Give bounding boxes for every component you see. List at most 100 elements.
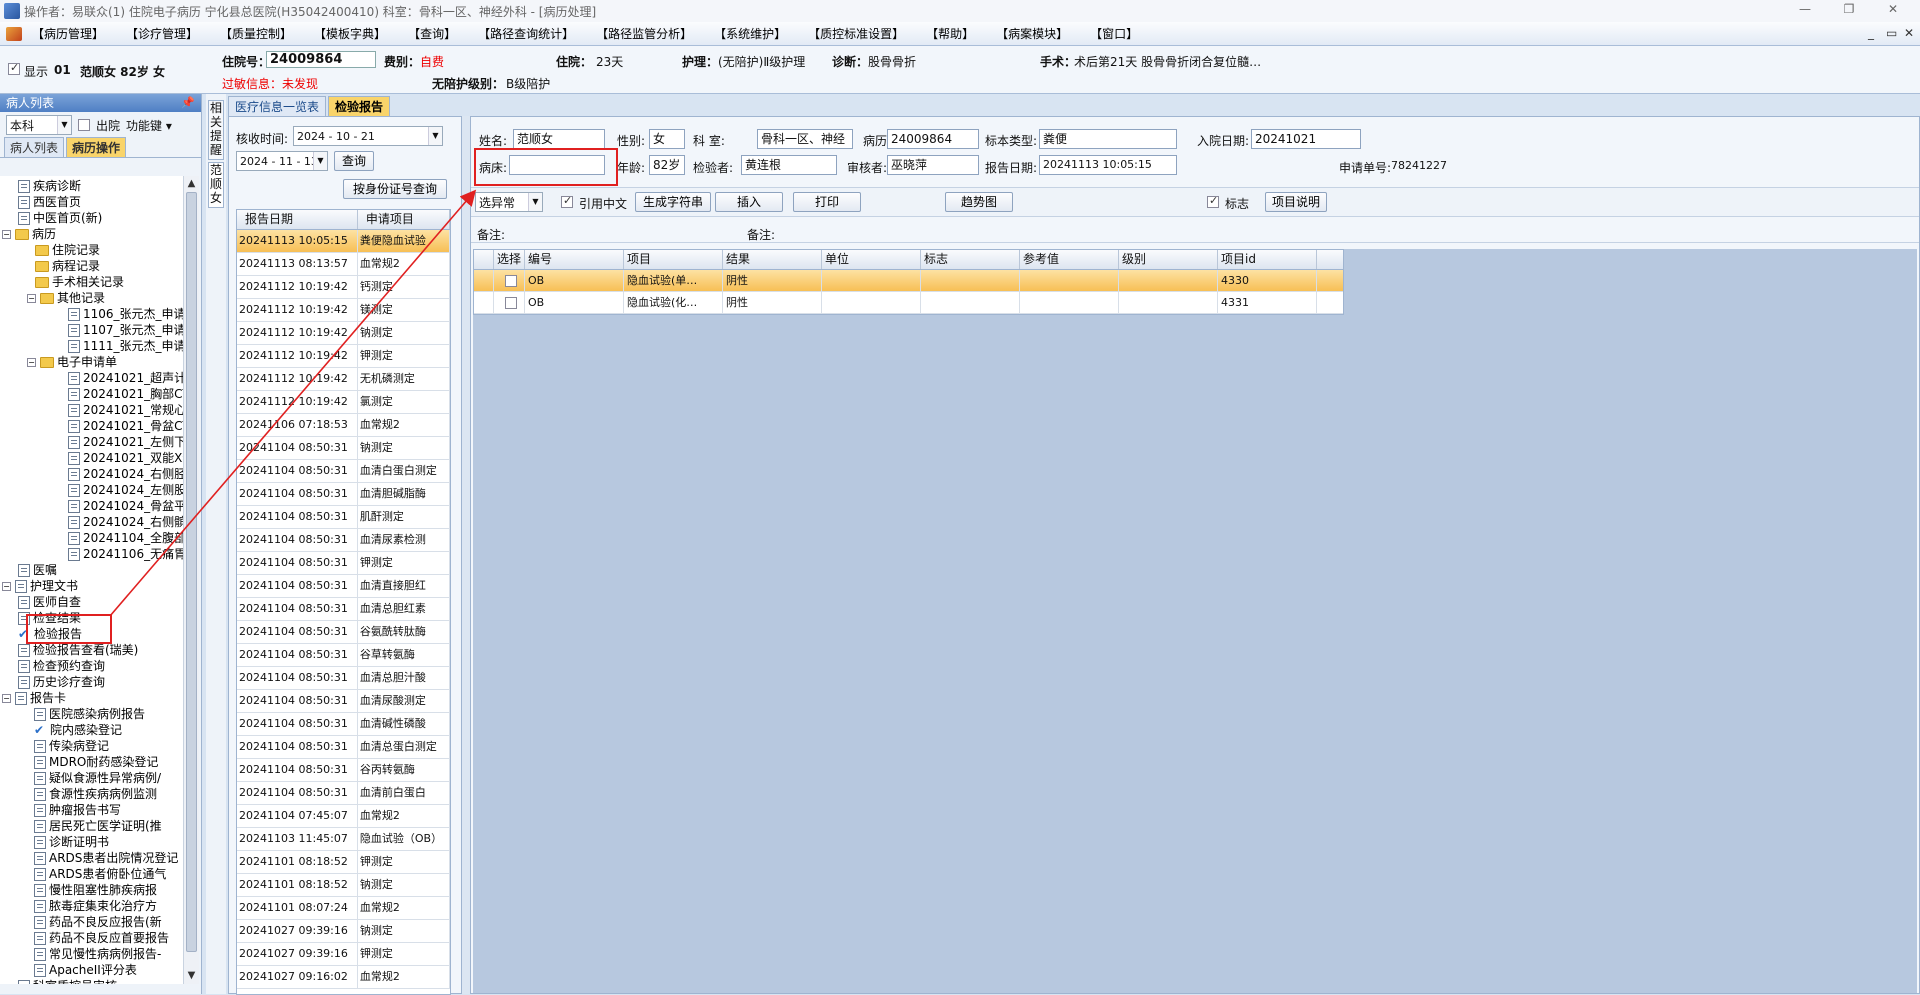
table-row[interactable]: 20241112 10:19:42 镁测定 — [237, 299, 450, 322]
specimen-field[interactable]: 粪便 — [1039, 129, 1177, 149]
result-row[interactable]: OB 隐血试验(单… 阴性 4330 — [474, 270, 1343, 292]
table-row[interactable]: 20241101 08:07:24 血常规2 — [237, 897, 450, 920]
menu-item[interactable]: 【查询】 — [408, 25, 456, 42]
tab-patient-list[interactable]: 病人列表 — [4, 137, 65, 157]
tree-node[interactable]: 西医首页 — [18, 194, 81, 210]
tree-node[interactable]: 医嘱 — [18, 562, 57, 578]
table-row[interactable]: 20241104 08:50:31 肌酐测定 — [237, 506, 450, 529]
function-key-button[interactable]: 功能键 ▾ — [126, 117, 172, 134]
table-row[interactable]: 20241104 08:50:31 血清总胆汁酸 — [237, 667, 450, 690]
close-icon[interactable]: ✕ — [1878, 2, 1908, 16]
tree-node[interactable]: 历史诊疗查询 — [18, 674, 105, 690]
record-no-field[interactable]: 24009864 — [887, 129, 979, 149]
table-row[interactable]: 20241104 08:50:31 血清前白蛋白 — [237, 782, 450, 805]
table-row[interactable]: 20241104 08:50:31 血清总蛋白测定 — [237, 736, 450, 759]
tree-node[interactable]: 20241104_全腹部CT — [68, 530, 184, 546]
generate-string-button[interactable]: 生成字符串 — [635, 192, 711, 212]
tree-node[interactable]: ✔ 院内感染登记 — [34, 722, 122, 738]
menu-item[interactable]: 【病案模块】 — [996, 25, 1068, 42]
table-row[interactable]: 20241101 08:18:52 钠测定 — [237, 874, 450, 897]
expand-toggle-icon[interactable]: − — [2, 581, 11, 591]
tree-node[interactable]: 20241024_右侧胫腓 — [68, 466, 184, 482]
expand-toggle-icon[interactable]: − — [2, 229, 11, 239]
menu-item[interactable]: 【系统维护】 — [714, 25, 786, 42]
restore-icon[interactable]: ❐ — [1834, 2, 1864, 16]
menu-item[interactable]: 【路径监管分析】 — [596, 25, 692, 42]
table-row[interactable]: 20241113 08:13:57 血常规2 — [237, 253, 450, 276]
row-select-checkbox[interactable] — [504, 275, 517, 287]
table-row[interactable]: 20241101 08:18:52 钾测定 — [237, 851, 450, 874]
tree-node[interactable]: 1106_张元杰_申请 — [68, 306, 184, 322]
scroll-thumb[interactable] — [186, 192, 197, 952]
report-date-field[interactable]: 20241113 10:05:15 — [1039, 155, 1177, 175]
tree-node[interactable]: 20241021_双能X线 — [68, 450, 184, 466]
reviewer-field[interactable]: 巫晓萍 — [887, 155, 979, 175]
menu-item[interactable]: 【质量控制】 — [220, 25, 292, 42]
row-select-checkbox[interactable] — [504, 297, 517, 309]
name-field[interactable]: 范顺女 — [513, 129, 605, 149]
splitter[interactable] — [462, 116, 470, 994]
tree-node[interactable]: 脓毒症集束化治疗方 — [34, 898, 157, 914]
tree-node[interactable]: − 病历 — [2, 226, 56, 242]
table-row[interactable]: 20241104 08:50:31 谷草转氨酶 — [237, 644, 450, 667]
query-button[interactable]: 查询 — [334, 151, 374, 171]
print-button[interactable]: 打印 — [793, 192, 861, 212]
table-row[interactable]: 20241104 08:50:31 血清白蛋白测定 — [237, 460, 450, 483]
id-card-query-button[interactable]: 按身份证号查询 — [343, 179, 447, 199]
table-row[interactable]: 20241104 08:50:31 谷丙转氨酶 — [237, 759, 450, 782]
tab-medical-overview[interactable]: 医疗信息一览表 — [228, 96, 327, 116]
col-report-date[interactable]: 报告日期 — [237, 210, 358, 229]
tree-node[interactable]: 20241021_常规心电 — [68, 402, 184, 418]
abnormal-filter-combo[interactable]: 选异常 ▼ — [475, 192, 543, 212]
table-row[interactable]: 20241112 10:19:42 钙测定 — [237, 276, 450, 299]
tree-node[interactable]: 疑似食源性异常病例/ — [34, 770, 161, 786]
pin-icon[interactable]: 📌 — [181, 94, 195, 112]
grid-column-header[interactable]: 选择 — [494, 250, 525, 269]
tree-node[interactable]: ARDS患者俯卧位通气 — [34, 866, 166, 882]
sex-field[interactable]: 女 — [649, 129, 685, 149]
mdi-restore-icon[interactable]: ▭ — [1886, 26, 1897, 40]
tree-node[interactable]: 20241024_骨盆平片 — [68, 498, 184, 514]
table-row[interactable]: 20241113 10:05:15 粪便隐血试验 — [237, 230, 450, 253]
grid-column-header[interactable]: 标志 — [921, 250, 1020, 269]
tree-node[interactable]: 20241024_左侧股骨 — [68, 482, 184, 498]
scroll-down-icon[interactable]: ▼ — [184, 968, 199, 983]
tree-node[interactable]: 常见慢性病病例报告- — [34, 946, 161, 962]
date-from-picker[interactable]: 2024 - 10 - 21 ▼ — [293, 126, 443, 146]
expand-toggle-icon[interactable]: − — [2, 693, 11, 703]
table-row[interactable]: 20241104 07:45:07 血常规2 — [237, 805, 450, 828]
discharge-checkbox[interactable] — [78, 119, 90, 131]
dept-field[interactable]: 骨科一区、神经 — [757, 129, 853, 149]
grid-column-header[interactable]: 单位 — [822, 250, 921, 269]
tree-node[interactable]: 20241021_胸部CT平 — [68, 386, 184, 402]
table-row[interactable]: 20241104 08:50:31 血清胆碱脂酶 — [237, 483, 450, 506]
table-row[interactable]: 20241027 09:39:16 钾测定 — [237, 943, 450, 966]
dept-combo[interactable]: 本科 ▼ — [6, 115, 72, 135]
menu-item[interactable]: 【窗口】 — [1090, 25, 1138, 42]
expand-toggle-icon[interactable]: − — [27, 293, 36, 303]
menu-item[interactable]: 【模板字典】 — [314, 25, 386, 42]
tree-node[interactable]: 检验报告查看(瑞美) — [18, 642, 138, 658]
item-description-button[interactable]: 项目说明 — [1265, 192, 1327, 212]
inspector-field[interactable]: 黄连根 — [741, 155, 837, 175]
tree-node[interactable]: ApacheII评分表 — [34, 962, 137, 978]
expand-toggle-icon[interactable]: − — [27, 357, 36, 367]
menu-app-icon[interactable] — [6, 26, 22, 41]
tree-node[interactable]: − 报告卡 — [2, 690, 66, 706]
table-row[interactable]: 20241112 10:19:42 氯测定 — [237, 391, 450, 414]
tree-node[interactable]: 20241021_超声计划 — [68, 370, 184, 386]
cite-chinese-checkbox[interactable] — [561, 194, 573, 208]
col-request-item[interactable]: 申请项目 — [358, 210, 450, 229]
tree-node[interactable]: 检查预约查询 — [18, 658, 105, 674]
tree-node[interactable]: 1111_张元杰_申请 — [68, 338, 184, 354]
tree-node[interactable]: 传染病登记 — [34, 738, 109, 754]
table-row[interactable]: 20241104 08:50:31 血清尿素检测 — [237, 529, 450, 552]
mdi-minimize-icon[interactable]: _ — [1868, 26, 1874, 40]
tree-scrollbar[interactable]: ▲ ▼ — [183, 176, 199, 984]
admit-date-field[interactable]: 20241021 — [1251, 129, 1361, 149]
patient-name-tab[interactable]: 范顺女 — [208, 162, 224, 208]
minimize-icon[interactable]: — — [1790, 2, 1820, 16]
table-row[interactable]: 20241112 10:19:42 无机磷测定 — [237, 368, 450, 391]
tree-node[interactable]: 20241024_右侧髌骨 — [68, 514, 184, 530]
table-row[interactable]: 20241104 08:50:31 血清直接胆红 — [237, 575, 450, 598]
